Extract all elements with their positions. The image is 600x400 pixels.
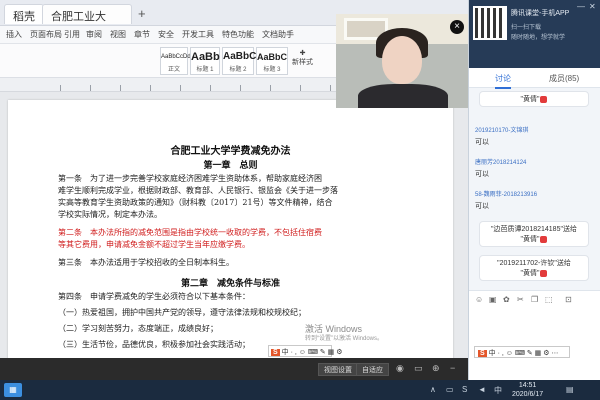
new-tab-plus-icon[interactable]: +	[138, 6, 146, 21]
network-icon[interactable]: ▭	[446, 385, 454, 394]
minimize-icon[interactable]: —	[577, 2, 585, 11]
qr-code	[473, 6, 507, 40]
article-1-line: 第一条 为了进一步完善学校家庭经济困难学生资助体系，帮助家庭经济困	[58, 174, 322, 183]
close-panel-icon[interactable]: ✕	[589, 2, 596, 11]
menu-developer-tools[interactable]: 开发工具	[182, 29, 214, 40]
presenter-face	[382, 36, 422, 84]
style-normal[interactable]: AaBbCcDd 正文	[160, 47, 191, 75]
gift-icon	[540, 269, 548, 277]
gift-icon	[540, 235, 548, 243]
menu-chapter[interactable]: 章节	[134, 29, 150, 40]
tray-arrow-icon[interactable]: ∧	[430, 385, 436, 394]
chat-message: 可以	[475, 139, 489, 146]
app-title: 腾讯课堂-手机APP	[511, 10, 570, 17]
panel-header: 腾讯课堂-手机APP 扫一扫下载 随时随地，想学就学 — ✕	[469, 0, 600, 68]
sogou-ime-toolbar[interactable]: S 中 · , ☺ ⌨ ✎ ▦ ⚙	[268, 345, 343, 357]
sogou-logo-icon: S	[478, 350, 487, 357]
chapter-1-heading: 第一章 总则	[203, 161, 258, 171]
system-clock[interactable]: 14:51 2020/6/17	[512, 381, 543, 399]
ime-indicator[interactable]: 中	[494, 385, 502, 396]
menu-view[interactable]: 视图	[110, 29, 126, 40]
article-1-line: 学校实际情况，制定本办法。	[58, 210, 162, 219]
chapter-2-heading: 第二章 减免条件与标准	[180, 279, 280, 289]
close-video-icon[interactable]: ×	[450, 20, 464, 34]
chat-message: 可以	[475, 171, 489, 178]
gift-send-icon[interactable]: ⬚	[545, 295, 553, 304]
eye-icon[interactable]: ◉	[396, 363, 404, 374]
flower-icon[interactable]: ✿	[503, 295, 510, 304]
article-1-line: 难学生顺利完成学业，根据财政部、教育部、人民银行、银监会《关于进一步落	[58, 186, 338, 195]
page-view-icon[interactable]: ▭	[414, 363, 423, 374]
emoji-icon[interactable]: ☺	[475, 295, 483, 304]
style-heading-2[interactable]: AaBbC 标题 2	[222, 47, 256, 75]
article-2-line: 等其它费用，申请减免金额不超过学生当年应缴学费。	[58, 240, 250, 249]
gift-message: "黄倩"	[479, 91, 589, 107]
menu-features[interactable]: 特色功能	[222, 29, 254, 40]
start-menu-icon[interactable]: ▦	[4, 383, 22, 397]
screen: 稻壳 合肥工业大学... + 插入 页面布局 引用 审阅 视图 章节 安全 开发…	[0, 0, 600, 400]
new-style-icon: ✚	[299, 50, 306, 57]
volume-icon[interactable]: ◄	[478, 385, 486, 394]
menu-references[interactable]: 引用	[64, 29, 80, 40]
style-heading-3[interactable]: AaBbC 标题 3	[256, 47, 288, 75]
view-settings-button[interactable]: 视图设置	[318, 363, 358, 376]
webcam-video: ×	[336, 14, 468, 108]
lock-icon[interactable]: ⊡	[565, 295, 572, 304]
image-icon[interactable]: ▣	[489, 295, 497, 304]
web-view-icon[interactable]: ⊕	[432, 363, 440, 374]
sogou-ime-toolbar-2[interactable]: S 中 · , ☺ ⌨ ✎ ▦ ⚙ ⋯	[474, 346, 570, 358]
chat-sender: 2019210170-文锦琪	[475, 128, 529, 134]
zoom-out-icon[interactable]: −	[450, 363, 455, 373]
menu-page-layout[interactable]: 页面布局	[30, 29, 62, 40]
slogan-text: 随时随地，想学就学	[511, 35, 566, 41]
menu-security[interactable]: 安全	[158, 29, 174, 40]
gift-message: "边芭质谭2018214185"送给 "黄倩"	[479, 221, 589, 247]
sogou-logo-icon: S	[271, 349, 280, 356]
scan-text: 扫一扫下载	[511, 25, 542, 31]
gift-message: "2019211702-许钦"送给 "黄倩"	[479, 255, 589, 281]
windows-taskbar: ▦ ∧ ▭ S ◄ 中 14:51 2020/6/17 ▤	[0, 380, 600, 400]
tab-docer[interactable]: 稻壳	[4, 4, 44, 24]
autofit-button[interactable]: 自适应	[356, 363, 389, 376]
chat-list: "黄倩" 2019210170-文锦琪 可以 唐丽芳2018214124 可以 …	[469, 89, 600, 289]
chat-sender: 唐丽芳2018214124	[475, 160, 527, 166]
bookmark-icon[interactable]: ❐	[531, 295, 538, 304]
article-1-line: 实高等教育学生资助政策的通知》（财科教〔2017〕21号）等文件精神，结合	[58, 198, 333, 207]
menu-review[interactable]: 审阅	[86, 29, 102, 40]
panel-tabs: 讨论 成员(85)	[469, 68, 600, 89]
document-title: 合肥工业大学学费减免办法	[170, 146, 291, 157]
condition-line: （一）热爱祖国，拥护中国共产党的领导，遵守法律法规和校规校纪；	[58, 308, 306, 317]
style-heading-1[interactable]: AaBb 标题 1	[190, 47, 220, 75]
menu-doc-assistant[interactable]: 文档助手	[262, 29, 294, 40]
tab-discuss[interactable]: 讨论	[495, 73, 511, 89]
tab-members[interactable]: 成员(85)	[549, 73, 579, 84]
article-4-line: 第四条 申请学费减免的学生必须符合以下基本条件：	[58, 292, 250, 301]
chat-message: 可以	[475, 203, 489, 210]
status-bar: 视图设置 自适应 ◉ ▭ ⊕ −	[0, 358, 468, 380]
activate-windows-subtext: 转到“设置”以激活 Windows。	[305, 336, 384, 342]
sogou-tray-icon[interactable]: S	[462, 385, 467, 394]
tencent-classroom-panel: 腾讯课堂-手机APP 扫一扫下载 随时随地，想学就学 — ✕ 讨论 成员(85)…	[468, 0, 600, 380]
scissors-icon[interactable]: ✂	[517, 295, 524, 304]
tab-current-document[interactable]: 合肥工业大学...	[42, 4, 132, 39]
article-2-line: 第二条 本办法所指的减免范围是指由学校统一收取的学费，不包括住宿费	[58, 228, 322, 237]
menu-insert[interactable]: 插入	[6, 29, 22, 40]
chat-sender: 58-魏雨菲-2018213916	[475, 192, 538, 198]
notification-icon[interactable]: ▤	[566, 385, 574, 394]
gift-icon	[540, 95, 548, 103]
document-canvas[interactable]: 合肥工业大学学费减免办法 第一章 总则 第一条 为了进一步完善学校家庭经济困难学…	[0, 92, 468, 358]
article-3-line: 第三条 本办法适用于学校招收的全日制本科生。	[58, 258, 234, 267]
chat-input-area[interactable]: ☺ ▣ ✿ ✂ ❐ ⬚ ⊡	[469, 290, 600, 380]
new-style-button[interactable]: ✚ 新样式	[292, 49, 313, 67]
document-page[interactable]: 合肥工业大学学费减免办法 第一章 总则 第一条 为了进一步完善学校家庭经济困难学…	[8, 100, 453, 358]
